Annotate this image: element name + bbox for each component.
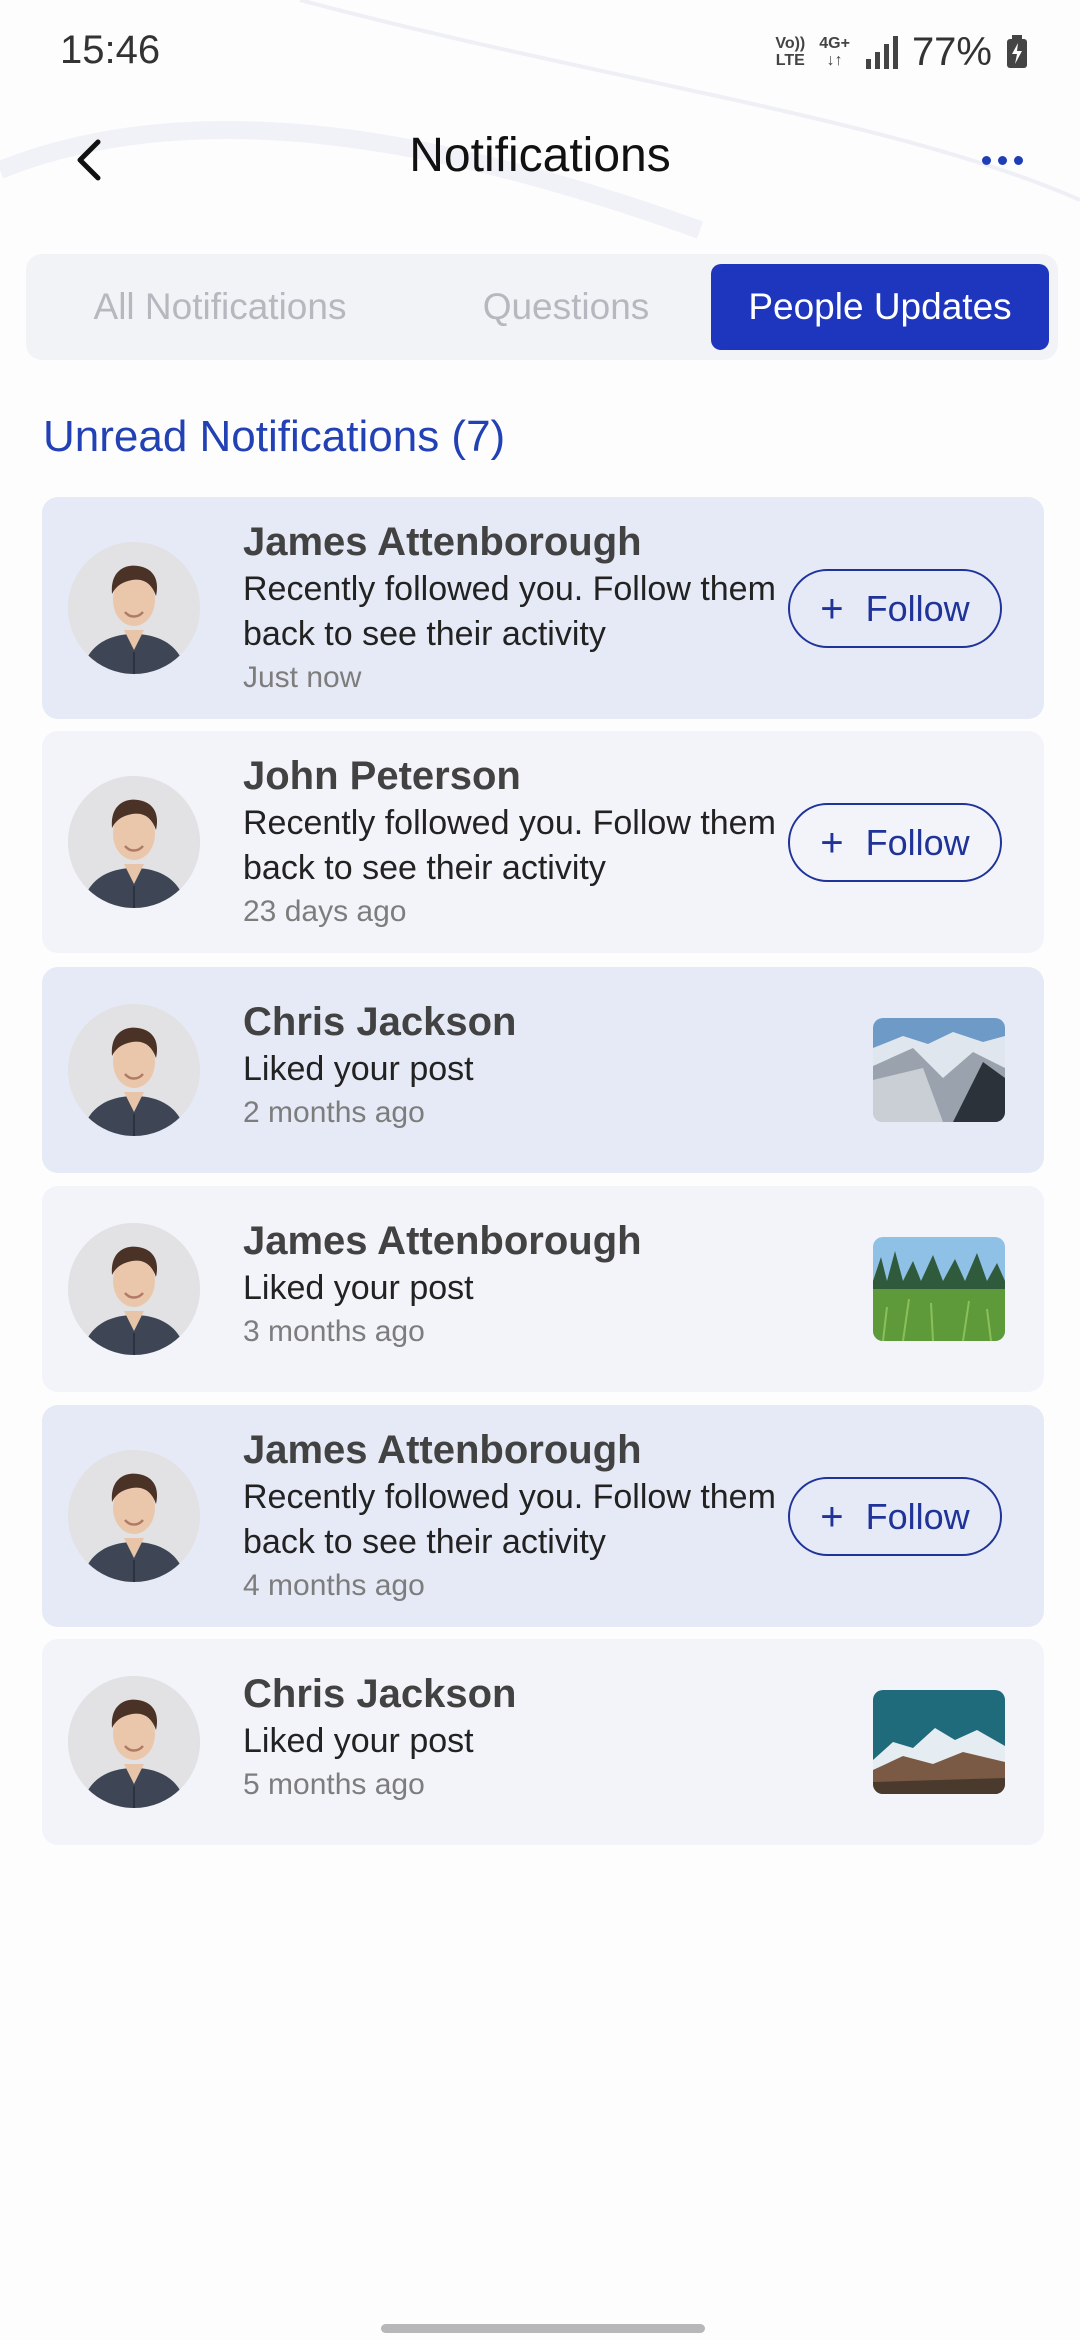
unread-notifications-title: Unread Notifications (7) <box>43 412 506 461</box>
avatar[interactable] <box>68 542 200 674</box>
mountain-lake-teal-sky-image <box>873 1690 1005 1794</box>
home-indicator[interactable] <box>381 2324 705 2333</box>
tab-people-updates[interactable]: People Updates <box>711 264 1049 350</box>
plus-icon: + <box>820 820 844 865</box>
page-title: Notifications <box>409 129 671 182</box>
avatar[interactable] <box>68 1676 200 1808</box>
follow-button-label: Follow <box>865 587 970 629</box>
avatar-person-image <box>68 542 200 674</box>
follow-button[interactable]: + Follow <box>788 1477 1002 1556</box>
notification-user-name: Chris Jackson <box>243 1000 517 1044</box>
notification-message: Recently followed you. Follow them back … <box>243 1478 776 1561</box>
notification-message: Recently followed you. Follow them back … <box>243 570 776 653</box>
notification-time: 2 months ago <box>243 1096 425 1129</box>
notification-time: 23 days ago <box>243 895 407 928</box>
more-dot <box>997 155 1007 165</box>
signal-icon <box>865 36 898 69</box>
status-icons: Vo)) LTE 4G+ ↓↑ 77% <box>775 28 1028 76</box>
notifications-screen: 15:46 Vo)) LTE 4G+ ↓↑ 77% Notifications … <box>0 0 1080 2340</box>
notification-item[interactable]: James Attenborough Recently followed you… <box>42 497 1044 719</box>
volte-top-text: Vo)) <box>775 35 806 52</box>
post-thumbnail[interactable] <box>873 1018 1005 1122</box>
battery-percentage: 77% <box>911 29 992 74</box>
volte-bottom-text: LTE <box>775 52 805 69</box>
avatar[interactable] <box>68 1004 200 1136</box>
more-dot <box>1013 155 1023 165</box>
avatar-person-image <box>68 1004 200 1136</box>
avatar-person-image <box>68 1676 200 1808</box>
plus-icon: + <box>820 586 844 631</box>
avatar-person-image <box>68 776 200 908</box>
post-thumbnail[interactable] <box>873 1237 1005 1341</box>
notification-user-name: Chris Jackson <box>243 1672 517 1716</box>
notification-user-name: James Attenborough <box>243 1219 642 1263</box>
notification-time: Just now <box>243 661 362 694</box>
status-time: 15:46 <box>60 28 161 72</box>
notification-user-name: John Peterson <box>243 754 521 798</box>
notification-message: Recently followed you. Follow them back … <box>243 804 776 887</box>
notification-time: 4 months ago <box>243 1569 425 1602</box>
follow-button[interactable]: + Follow <box>788 803 1002 882</box>
avatar[interactable] <box>68 1223 200 1355</box>
notification-user-name: James Attenborough <box>243 520 642 564</box>
notification-message: Liked your post <box>243 1722 474 1760</box>
notification-text: Chris Jackson Liked your post 5 months a… <box>243 1669 783 1806</box>
follow-button[interactable]: + Follow <box>788 569 1002 648</box>
notification-message: Liked your post <box>243 1050 474 1088</box>
tab-all-notifications[interactable]: All Notifications <box>36 254 404 360</box>
more-horizontal-icon <box>981 155 991 165</box>
battery-charging-icon <box>1007 35 1027 68</box>
notification-item[interactable]: James Attenborough Recently followed you… <box>42 1405 1044 1627</box>
notification-time: 3 months ago <box>243 1315 425 1348</box>
more-options-button[interactable] <box>972 140 1032 180</box>
notification-item[interactable]: James Attenborough Liked your post 3 mon… <box>42 1186 1044 1392</box>
follow-button-label: Follow <box>865 821 970 863</box>
notification-text: James Attenborough Liked your post 3 mon… <box>243 1216 783 1353</box>
notification-text: John Peterson Recently followed you. Fol… <box>243 751 783 933</box>
notification-text: Chris Jackson Liked your post 2 months a… <box>243 997 783 1134</box>
tab-questions[interactable]: Questions <box>426 254 706 360</box>
notification-tabs: All Notifications Questions People Updat… <box>26 254 1058 360</box>
green-meadow-forest-image <box>873 1237 1005 1341</box>
post-thumbnail[interactable] <box>873 1690 1005 1794</box>
plus-icon: + <box>820 1494 844 1539</box>
notification-time: 5 months ago <box>243 1768 425 1801</box>
notification-item[interactable]: Chris Jackson Liked your post 2 months a… <box>42 967 1044 1173</box>
avatar-person-image <box>68 1450 200 1582</box>
volte-indicator: Vo)) LTE <box>775 35 805 69</box>
notification-text: James Attenborough Recently followed you… <box>243 517 783 699</box>
status-bar: 15:46 Vo)) LTE 4G+ ↓↑ 77% <box>0 0 1080 100</box>
notification-message: Liked your post <box>243 1269 474 1307</box>
avatar-person-image <box>68 1223 200 1355</box>
notification-user-name: James Attenborough <box>243 1428 642 1472</box>
avatar[interactable] <box>68 776 200 908</box>
notification-item[interactable]: John Peterson Recently followed you. Fol… <box>42 731 1044 953</box>
avatar[interactable] <box>68 1450 200 1582</box>
snowy-mountain-valley-image <box>873 1018 1005 1122</box>
notification-text: James Attenborough Recently followed you… <box>243 1425 783 1607</box>
data-activity-arrows: ↓↑ <box>826 52 843 69</box>
notification-item[interactable]: Chris Jackson Liked your post 5 months a… <box>42 1639 1044 1845</box>
network-type-indicator: 4G+ ↓↑ <box>819 35 850 69</box>
network-type-text: 4G+ <box>819 35 850 52</box>
follow-button-label: Follow <box>865 1495 970 1537</box>
app-header: Notifications <box>0 110 1080 210</box>
